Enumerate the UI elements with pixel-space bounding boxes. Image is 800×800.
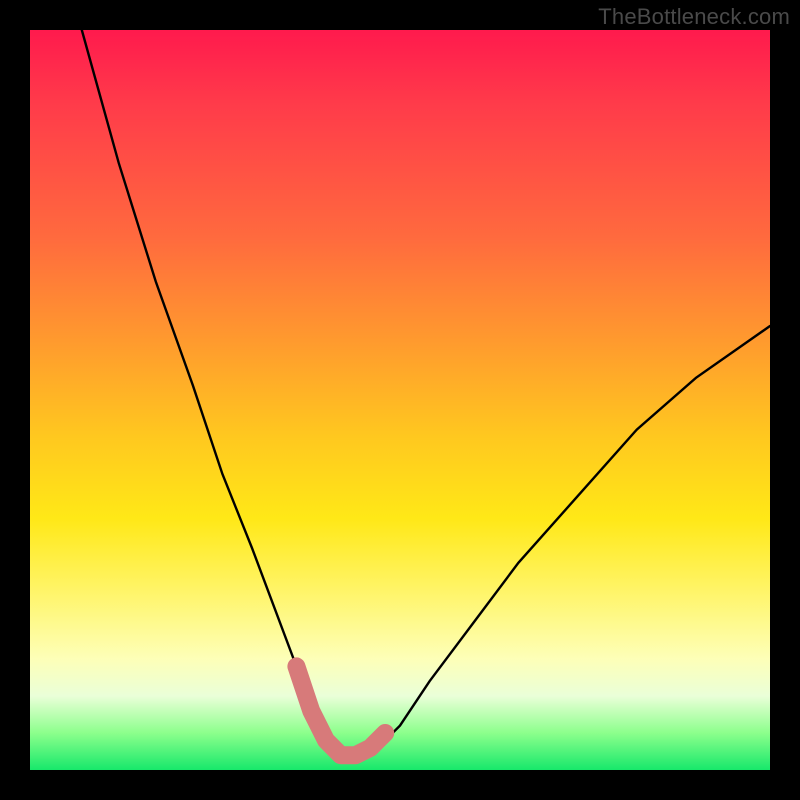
bottleneck-curve — [82, 30, 770, 755]
watermark-text: TheBottleneck.com — [598, 4, 790, 30]
curve-svg — [30, 30, 770, 770]
chart-frame: TheBottleneck.com — [0, 0, 800, 800]
optimal-band-highlight — [296, 666, 385, 755]
plot-area — [30, 30, 770, 770]
